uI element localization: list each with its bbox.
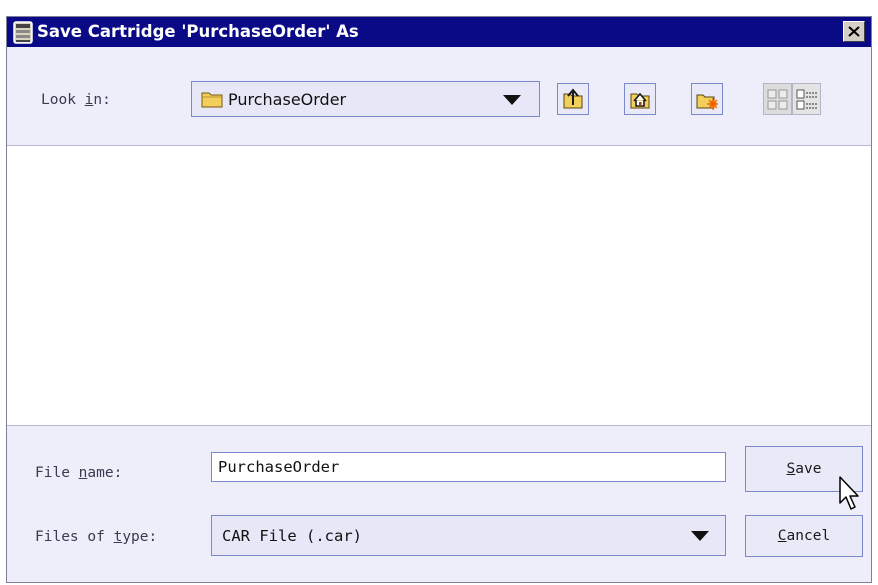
details-view-button[interactable] xyxy=(792,83,821,115)
folder-icon xyxy=(201,92,223,108)
save-label: ave xyxy=(795,461,822,477)
look-in-value: PurchaseOrder xyxy=(228,90,347,109)
look-in-dropdown[interactable]: PurchaseOrder xyxy=(191,81,540,117)
chevron-down-icon[interactable] xyxy=(691,531,709,541)
new-folder-icon xyxy=(696,94,718,110)
save-mnemonic: S xyxy=(786,461,796,477)
save-dialog: Save Cartridge 'PurchaseOrder' As Look i… xyxy=(6,16,872,583)
window-title: Save Cartridge 'PurchaseOrder' As xyxy=(37,22,359,41)
mouse-pointer-icon xyxy=(839,476,859,510)
cancel-button[interactable]: Cancel xyxy=(745,515,863,557)
file-type-label-pre: Files of xyxy=(35,529,114,545)
chevron-down-icon[interactable] xyxy=(503,95,521,105)
file-type-mnemonic: t xyxy=(113,529,123,545)
list-view-button[interactable] xyxy=(763,83,792,115)
cancel-label: ancel xyxy=(786,528,831,544)
look-in-label-post: n: xyxy=(93,92,111,108)
file-name-input[interactable] xyxy=(211,452,726,482)
file-name-label: File name: xyxy=(35,464,122,482)
file-name-label-post: ame: xyxy=(87,465,123,481)
close-icon xyxy=(848,26,860,37)
home-button[interactable] xyxy=(624,83,656,115)
file-type-dropdown[interactable]: CAR File (.car) xyxy=(211,515,726,556)
file-list[interactable] xyxy=(7,145,871,426)
file-type-label: Files of type: xyxy=(35,528,157,546)
file-name-label-pre: File xyxy=(35,465,79,481)
list-view-icon xyxy=(767,89,788,110)
up-one-level-icon xyxy=(563,88,583,109)
close-button[interactable] xyxy=(843,21,865,42)
up-one-level-button[interactable] xyxy=(557,83,589,115)
cancel-mnemonic: C xyxy=(777,528,787,544)
cartridge-icon xyxy=(13,21,33,44)
look-in-label-pre: Look xyxy=(41,92,85,108)
look-in-label: Look in: xyxy=(41,91,111,109)
file-type-label-post: ype: xyxy=(122,529,158,545)
title-bar[interactable]: Save Cartridge 'PurchaseOrder' As xyxy=(7,17,871,47)
new-folder-button[interactable] xyxy=(691,83,723,115)
details-view-icon xyxy=(796,89,817,110)
home-folder-icon xyxy=(630,92,650,109)
file-type-value: CAR File (.car) xyxy=(222,527,362,545)
